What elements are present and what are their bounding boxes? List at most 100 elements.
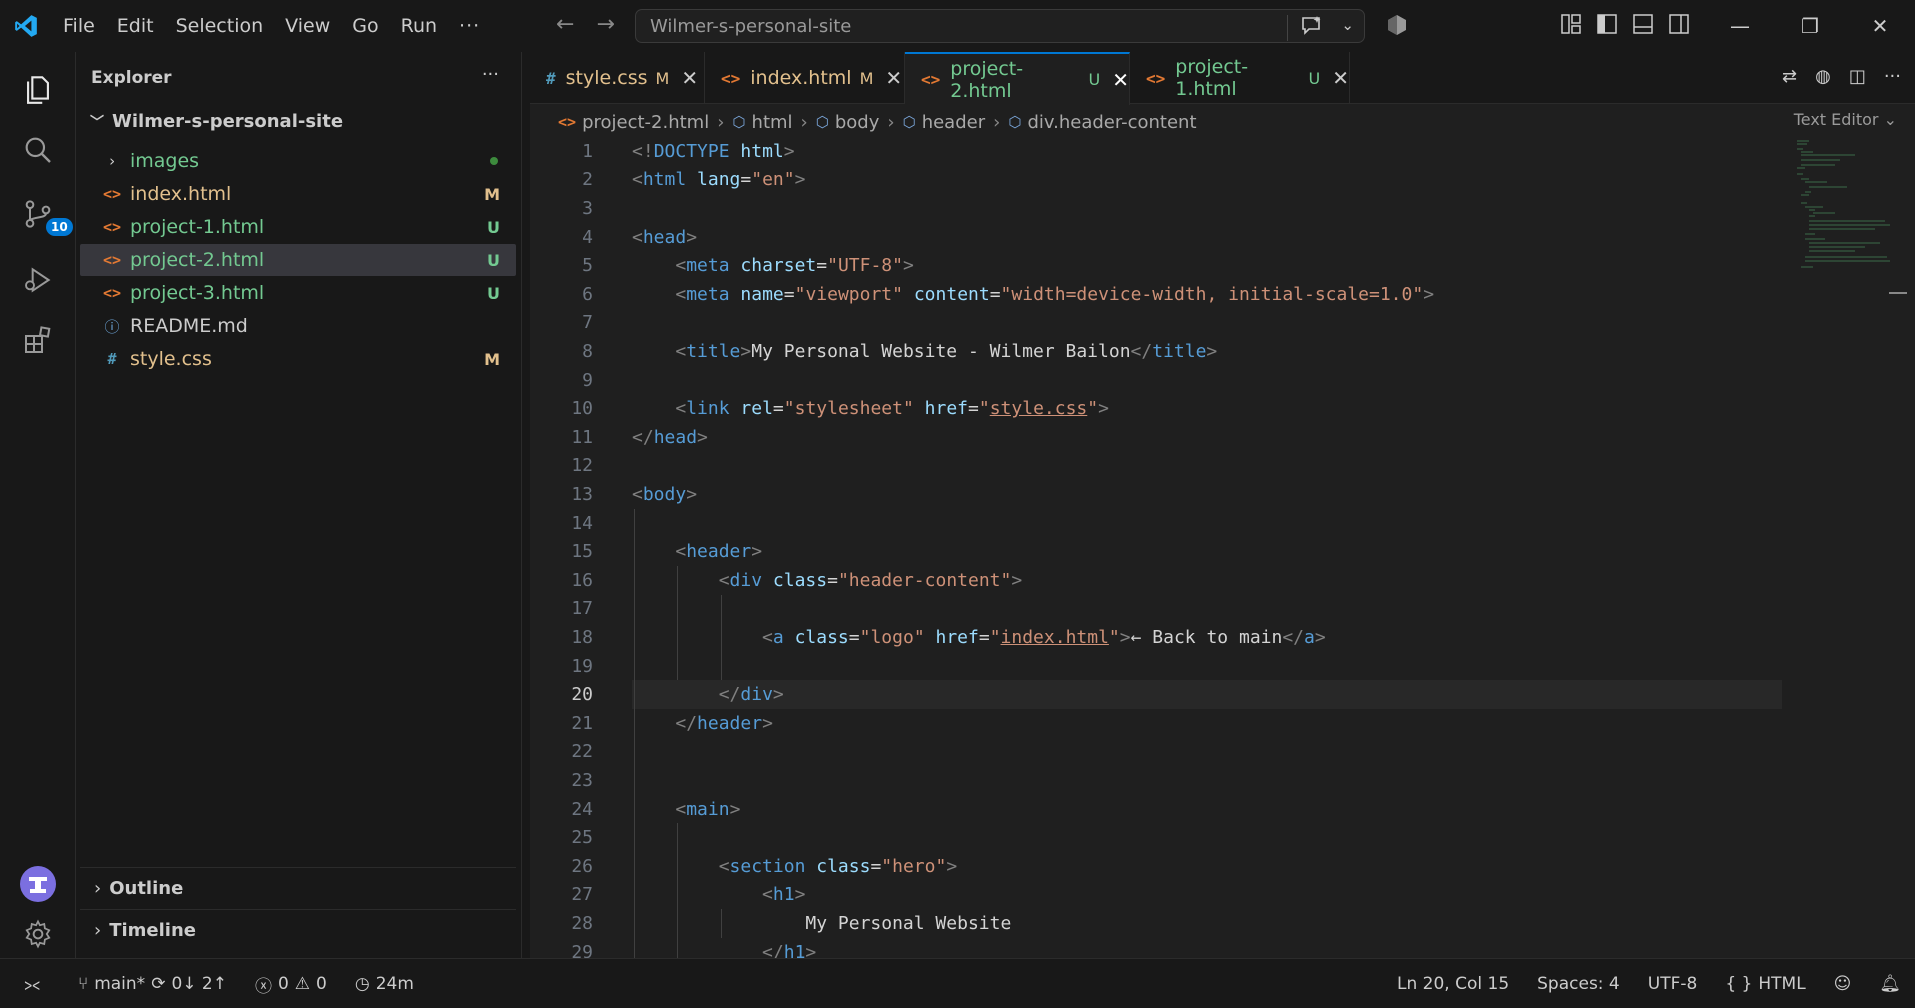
code-line[interactable]: 25 (530, 823, 1780, 852)
explorer-icon[interactable] (12, 64, 64, 116)
split-editor-icon[interactable]: ◫ (1849, 66, 1866, 87)
code-line[interactable]: 24 <main> (530, 795, 1780, 824)
branch-indicator[interactable]: ⑂ main* ⟳ 0↓ 2↑ (64, 974, 241, 994)
breadcrumb-div[interactable]: div.header-content (1027, 112, 1196, 133)
code-line[interactable]: 20 </div> (530, 680, 1780, 709)
indentation[interactable]: Spaces: 4 (1523, 974, 1634, 994)
close-icon[interactable]: ✕ (681, 66, 698, 90)
close-icon[interactable]: ✕ (1112, 68, 1129, 92)
scrollbar-thumb[interactable] (1889, 292, 1907, 294)
menu-view[interactable]: View (274, 0, 341, 52)
code-line[interactable]: 16 <div class="header-content"> (530, 566, 1780, 595)
code-line[interactable]: 10 <link rel="stylesheet" href="style.cs… (530, 394, 1780, 423)
code-line[interactable]: 2 <html lang="en"> (530, 166, 1780, 195)
back-arrow-icon[interactable]: ← (556, 12, 574, 37)
code-line[interactable]: 7 (530, 309, 1780, 338)
time-indicator[interactable]: ◷ 24m (341, 974, 428, 994)
notifications-bell-icon[interactable]: 🔔︎ (1865, 974, 1915, 994)
code-line[interactable]: 9 (530, 366, 1780, 395)
tree-item-readme-md[interactable]: ⓘ README.md (80, 310, 516, 342)
toggle-panel-icon[interactable] (1632, 13, 1654, 39)
tab-project-2-html[interactable]: <> project-2.html U ✕ (905, 52, 1130, 105)
tab-index-html[interactable]: <> index.html M ✕ (705, 52, 905, 104)
compare-changes-icon[interactable]: ⇄ (1782, 66, 1797, 87)
code-line[interactable]: 6 <meta name="viewport" content="width=d… (530, 280, 1780, 309)
source-control-icon[interactable]: 10 (12, 188, 73, 240)
code-line[interactable]: 12 (530, 452, 1780, 481)
outline-section[interactable]: › Outline (80, 867, 516, 909)
tree-item-images[interactable]: › images (80, 145, 516, 177)
code-line[interactable]: 5 <meta charset="UTF-8"> (530, 251, 1780, 280)
breadcrumb-file[interactable]: project-2.html (582, 112, 709, 133)
account-avatar[interactable] (12, 858, 64, 910)
chevron-right-icon: › (107, 152, 117, 170)
breadcrumb-html[interactable]: html (752, 112, 793, 133)
chevron-down-icon[interactable]: ⌄ (1341, 16, 1354, 34)
close-window-icon[interactable]: ✕ (1845, 0, 1915, 52)
code-line[interactable]: 26 <section class="hero"> (530, 852, 1780, 881)
code-line[interactable]: 14 (530, 509, 1780, 538)
search-icon[interactable] (12, 124, 64, 176)
minimap[interactable] (1795, 137, 1895, 277)
code-line[interactable]: 22 (530, 738, 1780, 767)
code-line[interactable]: 28 My Personal Website (530, 909, 1780, 938)
copilot-icon[interactable] (1385, 13, 1409, 41)
tree-item-project-1-html[interactable]: <> project-1.html U (80, 211, 516, 243)
html-file-icon: <> (558, 113, 577, 131)
problems-indicator[interactable]: ⓧ 0 ⚠ 0 (241, 972, 341, 997)
close-icon[interactable]: ✕ (885, 66, 902, 90)
code-line[interactable]: 15 <header> (530, 537, 1780, 566)
code-line[interactable]: 18 <a class="logo" href="index.html">← B… (530, 623, 1780, 652)
tree-item-style-css[interactable]: # style.css M (80, 343, 516, 375)
command-center-search[interactable]: Wilmer-s-personal-site ⌄ (635, 9, 1365, 43)
minimize-icon[interactable]: — (1705, 0, 1775, 52)
menu-run[interactable]: Run (390, 0, 448, 52)
tab-style-css[interactable]: # style.css M ✕ (530, 52, 705, 104)
menu-file[interactable]: File (52, 0, 106, 52)
code-line[interactable]: 4 <head> (530, 223, 1780, 252)
tree-item-project-3-html[interactable]: <> project-3.html U (80, 277, 516, 309)
line-number: 5 (582, 255, 593, 277)
tab-project-1-html[interactable]: <> project-1.html U ✕ (1130, 52, 1350, 104)
code-line[interactable]: 23 (530, 766, 1780, 795)
workspace-folder[interactable]: ﹀ Wilmer-s-personal-site (90, 111, 343, 132)
tree-item-index-html[interactable]: <> index.html M (80, 178, 516, 210)
settings-gear-icon[interactable] (12, 908, 64, 960)
code-editor[interactable]: 1 <!DOCTYPE html> 2 <html lang="en"> 3 4 <head… (530, 137, 1830, 967)
timeline-section[interactable]: › Timeline (80, 909, 516, 951)
close-icon[interactable]: ✕ (1332, 66, 1349, 90)
chat-icon[interactable] (1287, 15, 1324, 41)
menu-edit[interactable]: Edit (106, 0, 165, 52)
toggle-secondary-sidebar-icon[interactable] (1668, 13, 1690, 39)
text-editor-label[interactable]: Text Editor ⌄ (1794, 110, 1897, 129)
breadcrumb-body[interactable]: body (835, 112, 880, 133)
forward-arrow-icon[interactable]: → (596, 12, 614, 37)
code-line[interactable]: 8 <title>My Personal Website - Wilmer Ba… (530, 337, 1780, 366)
language-mode[interactable]: { } HTML (1711, 974, 1819, 994)
code-line[interactable]: 19 (530, 652, 1780, 681)
tree-item-project-2-html[interactable]: <> project-2.html U (80, 244, 516, 276)
code-line[interactable]: 1 <!DOCTYPE html> (530, 137, 1780, 166)
more-actions-icon[interactable]: ··· (1884, 66, 1901, 87)
breadcrumb-header[interactable]: header (922, 112, 985, 133)
more-actions-icon[interactable]: ··· (482, 64, 499, 85)
menu-selection[interactable]: Selection (165, 0, 275, 52)
code-line[interactable]: 13 <body> (530, 480, 1780, 509)
code-line[interactable]: 11 </head> (530, 423, 1780, 452)
code-line[interactable]: 27 <h1> (530, 881, 1780, 910)
toggle-sidebar-icon[interactable] (1596, 13, 1618, 39)
open-preview-globe-icon[interactable]: ◍ (1815, 66, 1831, 87)
remote-icon[interactable]: ⪥ (0, 974, 64, 995)
restore-icon[interactable]: ❐ (1775, 0, 1845, 52)
code-line[interactable]: 3 (530, 194, 1780, 223)
code-line[interactable]: 17 (530, 595, 1780, 624)
menu-go[interactable]: Go (341, 0, 389, 52)
code-line[interactable]: 21 </header> (530, 709, 1780, 738)
cursor-position[interactable]: Ln 20, Col 15 (1383, 974, 1523, 994)
encoding[interactable]: UTF-8 (1634, 974, 1712, 994)
customize-layout-icon[interactable] (1560, 13, 1582, 39)
copilot-status-icon[interactable]: ☺ (1820, 974, 1866, 994)
menu-more-icon[interactable]: ··· (448, 0, 491, 52)
extensions-icon[interactable] (12, 314, 64, 366)
run-debug-icon[interactable] (12, 254, 64, 306)
